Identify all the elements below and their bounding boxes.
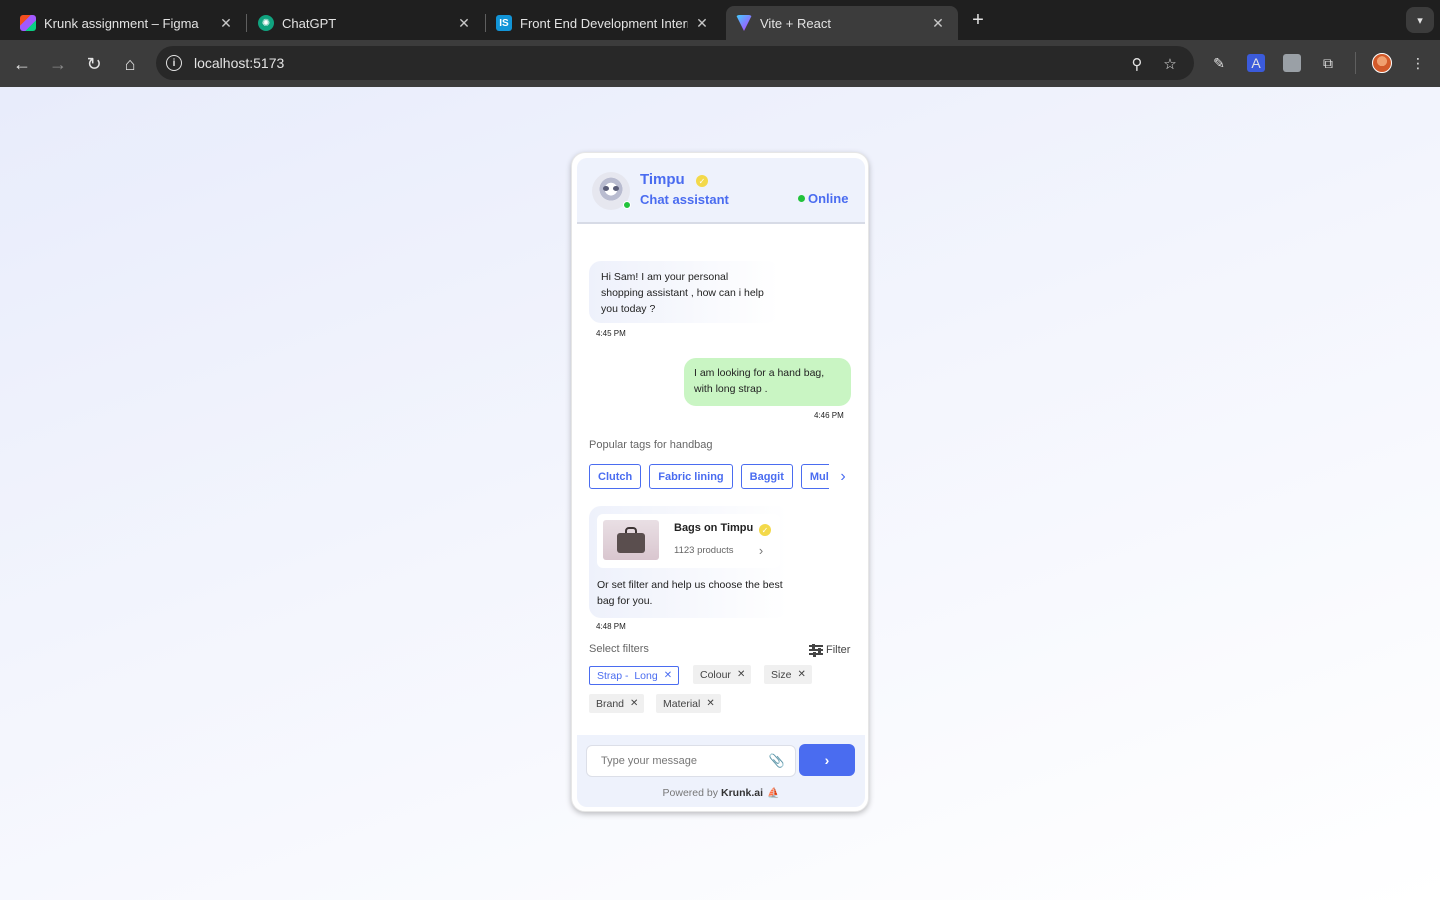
product-message: Bags on Timpu ✓ 1123 products › Or set f… [589,506,788,618]
close-icon[interactable]: ✕ [797,669,805,680]
menu-icon[interactable]: ⋮ [1409,54,1427,72]
info-icon[interactable]: i [166,55,182,71]
bot-name: Timpu [640,171,685,188]
verified-icon: ✓ [696,175,708,187]
filter-sliders-icon [809,644,823,657]
tab-title: Krunk assignment – Figma [44,15,199,31]
extension-icon[interactable] [1283,54,1301,72]
message-time: 4:46 PM [814,411,844,420]
chip-label: Size [771,668,792,681]
product-message-text: Or set filter and help us choose the bes… [597,579,783,607]
tab-title: Front End Development Intern [520,15,688,31]
chevron-right-icon: › [824,752,830,768]
chat-header: Timpu ✓ Chat assistant Online [577,158,865,224]
bookmark-star-icon[interactable]: ☆ [1161,55,1179,73]
product-title: Bags on Timpu [674,522,754,534]
browser-toolbar: ← → ↻ ⌂ i localhost:5173 ⚲ ☆ ✎ A ⧉ ⋮ [0,40,1440,87]
message-input[interactable] [586,745,796,777]
internshala-icon: IS [496,15,512,31]
bot-message: Hi Sam! I am your personal shopping assi… [589,261,779,323]
online-indicator [623,201,631,209]
close-icon[interactable]: ✕ [930,15,946,31]
chip-label: Strap - Long [597,669,658,682]
eyedropper-icon[interactable]: ✎ [1210,54,1228,72]
zoom-icon[interactable]: ⚲ [1128,55,1146,73]
reload-icon[interactable]: ↻ [82,52,106,76]
tags-row: Clutch Fabric lining Baggit Multi [589,464,829,490]
browser-tab-bar: Krunk assignment – Figma ✕ ✺ ChatGPT ✕ I… [0,0,1440,40]
translate-extension-icon[interactable]: A [1247,54,1265,72]
filter-button[interactable]: Filter [809,642,850,658]
tab-internshala[interactable]: IS Front End Development Intern ✕ [476,6,722,40]
tag-multi[interactable]: Multi [800,464,829,489]
toolbar-separator [1355,52,1356,74]
avatar-eye [603,186,609,191]
bag-body [617,533,645,553]
home-icon[interactable]: ⌂ [118,52,142,76]
message-time: 4:48 PM [596,622,626,631]
chip-label: Colour [700,668,731,681]
filter-chip-size[interactable]: Size ✕ [764,665,812,684]
back-icon[interactable]: ← [10,52,34,76]
close-icon[interactable]: ✕ [218,15,234,31]
krunk-logo-icon: ⛵ [767,788,780,799]
filter-button-label: Filter [826,644,851,656]
page-viewport: Timpu ✓ Chat assistant Online Hi Sam! I … [0,87,1440,900]
powered-by-text: Powered by [662,787,718,799]
filter-chip-material[interactable]: Material ✕ [656,694,721,713]
verified-icon: ✓ [759,524,771,536]
tag-clutch[interactable]: Clutch [589,464,642,489]
chat-widget: Timpu ✓ Chat assistant Online Hi Sam! I … [571,152,869,812]
close-icon[interactable]: ✕ [694,15,710,31]
tab-title: Vite + React [760,15,831,31]
product-count: 1123 products [674,545,734,556]
chatgpt-icon: ✺ [258,15,274,31]
powered-by: Powered by Krunk.ai ⛵ [577,787,865,799]
chevron-right-icon[interactable]: › [835,467,851,487]
send-button[interactable]: › [799,744,855,776]
tab-chatgpt[interactable]: ✺ ChatGPT ✕ [238,6,484,40]
profile-avatar[interactable] [1372,53,1392,73]
close-icon[interactable]: ✕ [456,15,472,31]
tab-vite-react[interactable]: Vite + React ✕ [726,6,958,40]
puzzle-icon[interactable]: ⧉ [1319,54,1337,72]
filter-chip-colour[interactable]: Colour ✕ [693,665,752,684]
filters-label: Select filters [589,643,649,655]
chip-label: Brand [596,697,625,710]
avatar-eye [613,186,619,191]
close-icon[interactable]: ✕ [737,669,745,680]
chip-label: Material [663,697,701,710]
tags-label: Popular tags for handbag [589,439,713,451]
filter-chip-brand[interactable]: Brand ✕ [589,694,645,713]
product-card[interactable]: Bags on Timpu ✓ 1123 products › [597,514,780,568]
message-time: 4:45 PM [596,329,626,338]
vite-icon [736,15,752,31]
paperclip-icon[interactable]: 📎 [769,753,785,769]
tag-baggit[interactable]: Baggit [740,464,793,489]
tab-title: ChatGPT [282,15,337,31]
chevron-right-icon[interactable]: › [754,542,768,558]
filter-chip-strap[interactable]: Strap - Long ✕ [589,666,680,685]
tab-figma[interactable]: Krunk assignment – Figma ✕ [0,6,246,40]
bot-role: Chat assistant [640,192,729,207]
address-bar[interactable]: i localhost:5173 ⚲ ☆ [156,46,1194,80]
status-text: Online [808,191,849,206]
tag-fabric-lining[interactable]: Fabric lining [649,464,733,489]
tab-search-icon[interactable]: ▾ [1406,7,1434,33]
url-text[interactable]: localhost:5173 [194,55,284,71]
message-composer: 📎 › Powered byKrunk.ai ⛵ [577,735,865,807]
user-message: I am looking for a hand bag, with long s… [684,358,851,406]
figma-icon [20,15,36,31]
status-dot [798,195,805,202]
brand-name[interactable]: Krunk.ai [721,787,763,799]
close-icon[interactable]: ✕ [630,698,638,709]
new-tab-button[interactable]: + [966,8,990,32]
close-icon[interactable]: ✕ [706,698,714,709]
bag-thumbnail [603,520,659,560]
forward-icon[interactable]: → [46,52,70,76]
close-icon[interactable]: ✕ [664,670,672,681]
